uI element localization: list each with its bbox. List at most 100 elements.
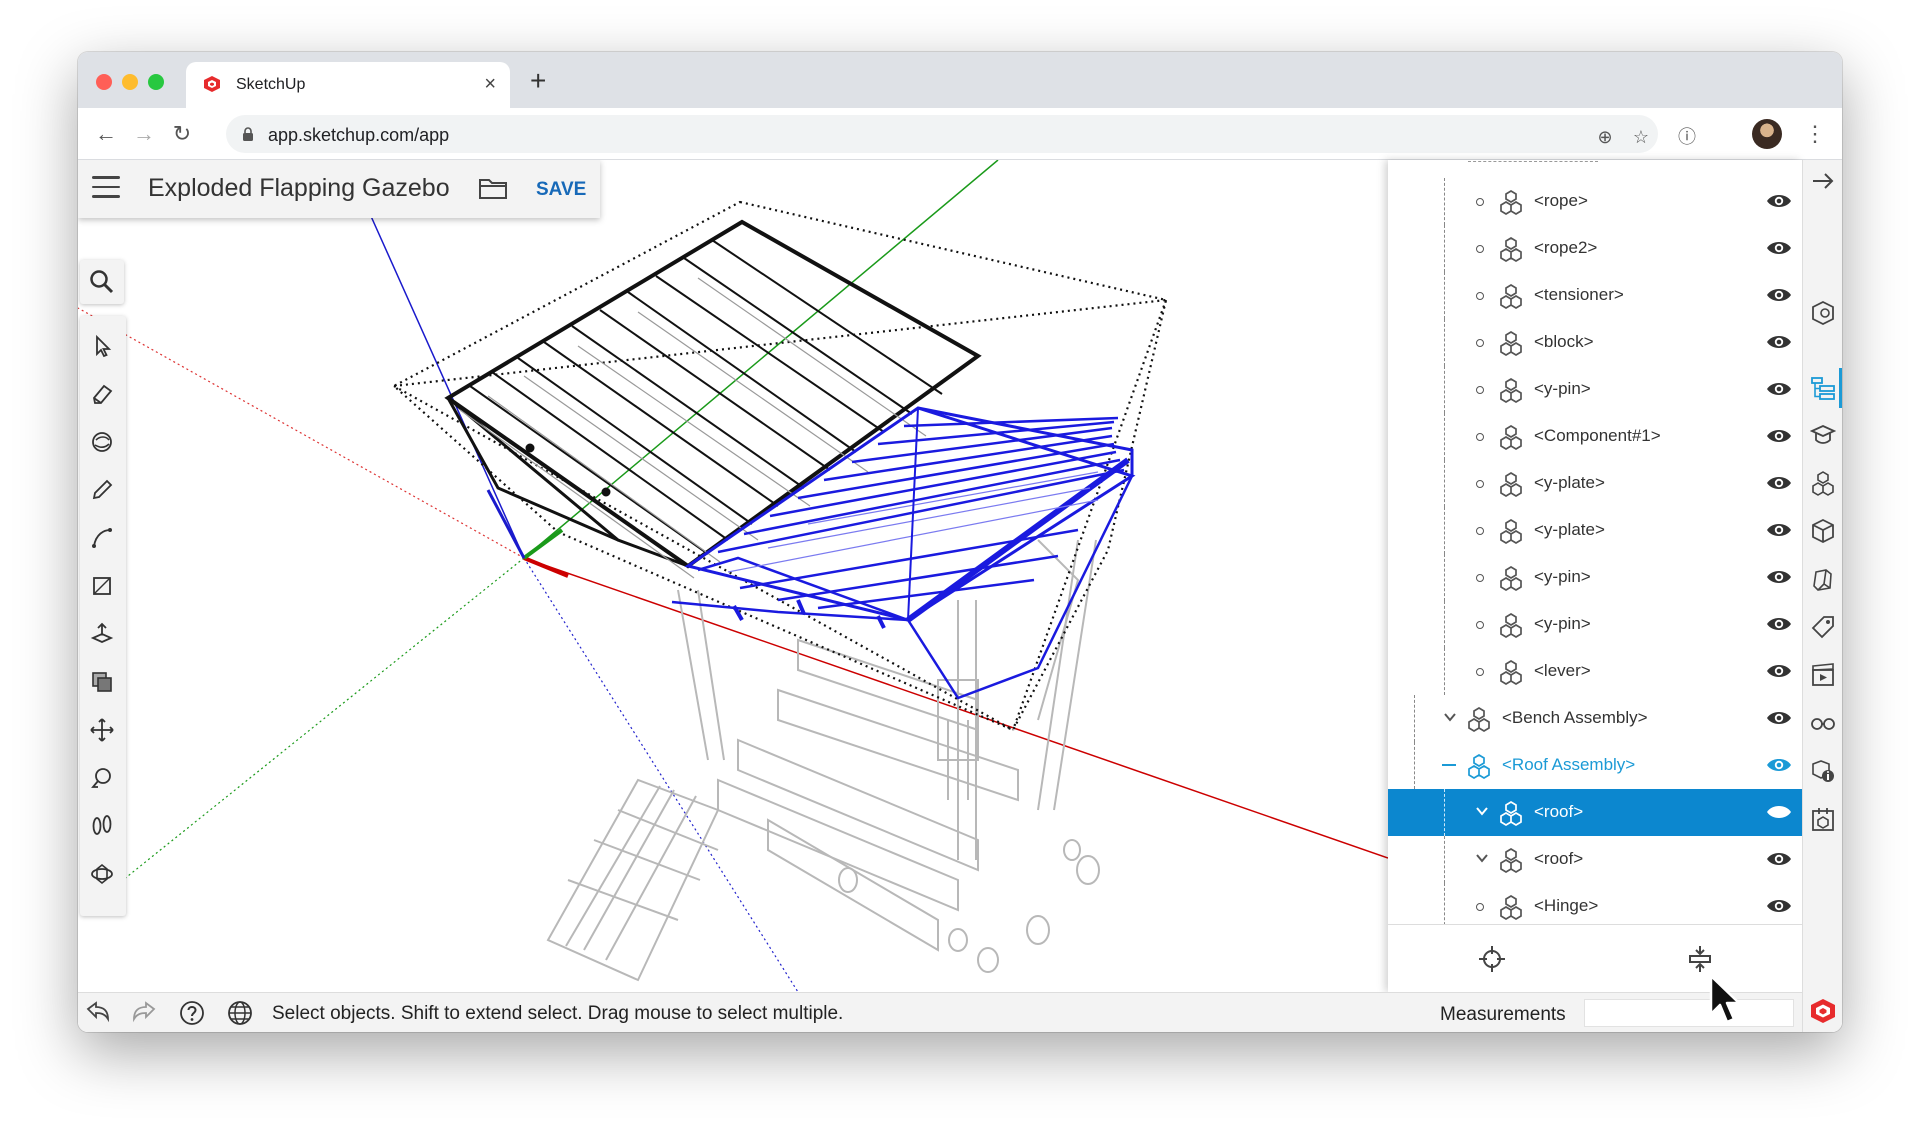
eraser-tool-button[interactable] <box>80 372 124 416</box>
hamburger-menu-icon[interactable] <box>92 176 120 198</box>
browser-menu-icon[interactable]: ⋮ <box>1804 120 1826 148</box>
rectangle-tool-button[interactable] <box>80 564 124 608</box>
visibility-eye-icon[interactable] <box>1766 850 1792 868</box>
zoom-window-button[interactable] <box>148 74 164 90</box>
visibility-eye-icon[interactable] <box>1766 380 1792 398</box>
outliner-row[interactable]: <y-pin> <box>1388 554 1802 601</box>
visibility-eye-icon[interactable] <box>1766 568 1792 586</box>
model-viewport[interactable]: Exploded Flapping Gazebo SAVE <box>78 160 1388 992</box>
reload-icon[interactable]: ↻ <box>168 120 196 148</box>
arc-icon <box>92 528 112 548</box>
pencil-tool-button[interactable] <box>80 468 124 512</box>
browser-window: SketchUp × + ← → ↻ app.sketchup.com/app … <box>78 52 1842 1032</box>
tags-icon[interactable] <box>1810 614 1836 640</box>
profile-avatar[interactable] <box>1752 119 1782 149</box>
select-tool-button[interactable] <box>80 324 124 368</box>
outliner-row[interactable]: <roof> <box>1388 789 1802 836</box>
outliner-row[interactable]: <Component#1> <box>1388 413 1802 460</box>
visibility-eye-icon[interactable] <box>1766 615 1792 633</box>
minimize-window-button[interactable] <box>122 74 138 90</box>
paint-bucket-tool-button[interactable] <box>80 420 124 464</box>
styles-icon[interactable] <box>1810 566 1836 592</box>
solid-inspector-icon[interactable] <box>1810 806 1836 832</box>
outliner-row[interactable]: <Bench Assembly> <box>1388 695 1802 742</box>
instructor-icon[interactable] <box>1810 422 1836 448</box>
outliner-row[interactable]: <y-plate> <box>1388 460 1802 507</box>
visibility-eye-icon[interactable] <box>1766 756 1792 774</box>
arc-tool-button[interactable] <box>80 516 124 560</box>
tree-guide-line <box>1444 225 1445 272</box>
visibility-eye-icon[interactable] <box>1766 803 1792 821</box>
redo-icon[interactable] <box>130 999 158 1027</box>
visibility-eye-icon[interactable] <box>1766 662 1792 680</box>
bookmark-star-icon[interactable]: ☆ <box>1630 126 1652 148</box>
extension-icon[interactable]: ⓘ <box>1676 126 1698 148</box>
chevron-down-icon[interactable] <box>1442 709 1458 725</box>
open-folder-icon[interactable] <box>478 176 508 200</box>
move-tool-button[interactable] <box>80 708 124 752</box>
components-icon[interactable] <box>1810 470 1836 496</box>
collapse-arrow-icon[interactable] <box>1810 168 1836 194</box>
component-icon <box>1498 236 1524 262</box>
chevron-down-icon[interactable] <box>1474 850 1490 866</box>
outliner-row[interactable]: <lever> <box>1388 648 1802 695</box>
leaf-bullet-icon <box>1476 292 1484 300</box>
display-icon[interactable] <box>1810 710 1836 736</box>
leaf-bullet-icon <box>1476 339 1484 347</box>
close-window-button[interactable] <box>96 74 112 90</box>
orbit-icon <box>91 863 113 885</box>
push-pull-tool-button[interactable] <box>80 612 124 656</box>
measurements-input[interactable] <box>1584 999 1794 1027</box>
walk-tool-button[interactable] <box>80 804 124 848</box>
outliner-row[interactable]: <tensioner> <box>1388 272 1802 319</box>
zoom-selection-button[interactable] <box>1476 943 1508 975</box>
new-tab-icon[interactable]: + <box>530 66 546 96</box>
visibility-eye-icon[interactable] <box>1766 192 1792 210</box>
model-info-icon[interactable] <box>1810 758 1836 784</box>
browser-tab[interactable]: SketchUp × <box>186 62 510 108</box>
outliner-row[interactable]: <y-plate> <box>1388 507 1802 554</box>
scenes-icon[interactable] <box>1810 662 1836 688</box>
visibility-eye-icon[interactable] <box>1766 427 1792 445</box>
outliner-row[interactable]: <Roof Assembly> <box>1388 742 1802 789</box>
outliner-row[interactable]: <y-pin> <box>1388 366 1802 413</box>
outliner-row[interactable]: <roof> <box>1388 836 1802 883</box>
chevron-down-icon[interactable] <box>1474 803 1490 819</box>
outliner-row[interactable]: <Hinge> <box>1388 883 1802 924</box>
visibility-eye-icon[interactable] <box>1766 709 1792 727</box>
outliner-row-partial <box>1468 160 1598 162</box>
back-icon[interactable]: ← <box>92 120 120 148</box>
visibility-eye-icon[interactable] <box>1766 333 1792 351</box>
visibility-eye-icon[interactable] <box>1766 286 1792 304</box>
sketchup-brand-logo-icon <box>1811 999 1835 1023</box>
visibility-eye-icon[interactable] <box>1766 239 1792 257</box>
outliner-row-label: <rope2> <box>1534 238 1598 257</box>
outliner-row[interactable]: <rope2> <box>1388 225 1802 272</box>
leaf-bullet-icon <box>1476 198 1484 206</box>
entity-info-icon[interactable] <box>1810 300 1836 326</box>
close-tab-icon[interactable]: × <box>484 72 496 96</box>
url-field[interactable]: app.sketchup.com/app <box>226 115 1658 153</box>
undo-icon[interactable] <box>84 999 112 1027</box>
offset-tool-button[interactable] <box>80 660 124 704</box>
help-icon[interactable] <box>178 999 206 1027</box>
materials-icon[interactable] <box>1810 518 1836 544</box>
install-app-icon[interactable]: ⊕ <box>1594 126 1616 148</box>
outliner-row[interactable]: <block> <box>1388 319 1802 366</box>
tape-measure-tool-button[interactable] <box>80 756 124 800</box>
visibility-eye-icon[interactable] <box>1766 474 1792 492</box>
outliner-row[interactable]: <y-pin> <box>1388 601 1802 648</box>
forward-icon[interactable]: → <box>130 120 158 148</box>
3d-model-view[interactable] <box>78 160 1388 992</box>
globe-icon[interactable] <box>226 999 254 1027</box>
save-button[interactable]: SAVE <box>536 179 586 201</box>
url-text: app.sketchup.com/app <box>268 125 450 145</box>
search-tool-button[interactable] <box>80 260 124 304</box>
outliner-row[interactable]: <rope> <box>1388 178 1802 225</box>
visibility-eye-icon[interactable] <box>1766 897 1792 915</box>
visibility-eye-icon[interactable] <box>1766 521 1792 539</box>
outliner-icon[interactable] <box>1810 375 1836 401</box>
orbit-tool-button[interactable] <box>80 852 124 896</box>
collapse-toggle-icon[interactable] <box>1442 764 1456 766</box>
collapse-all-button[interactable] <box>1684 943 1716 975</box>
